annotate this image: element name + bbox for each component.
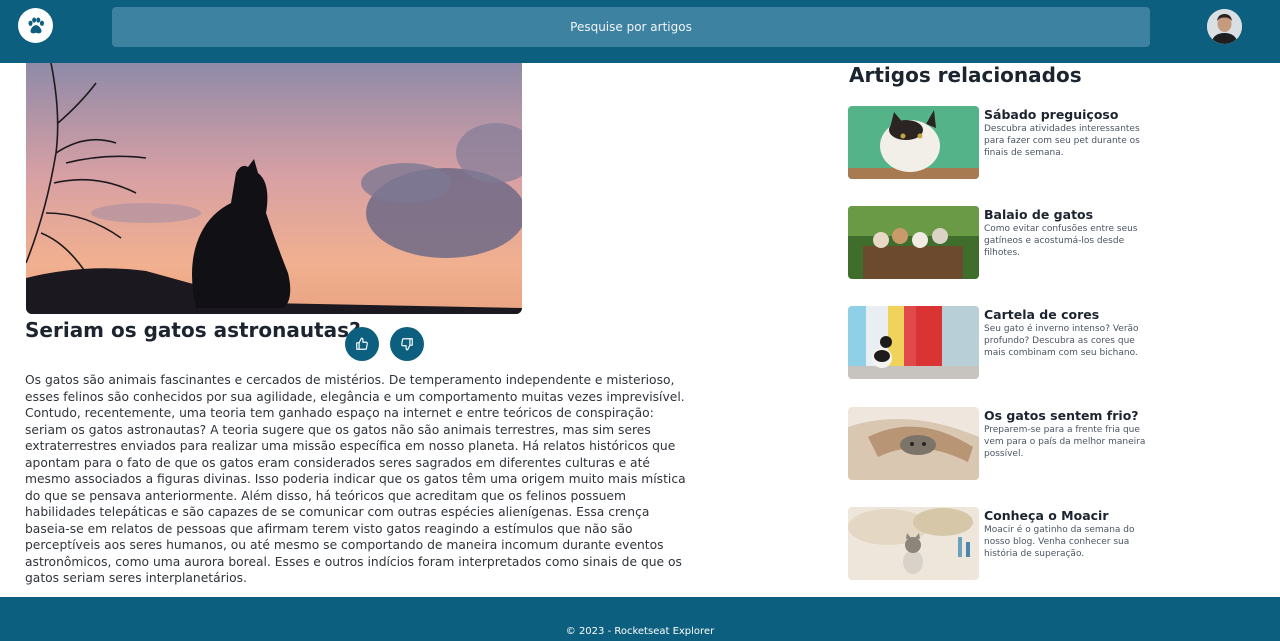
cat-photo-icon (848, 106, 979, 179)
related-article-card[interactable]: Balaio de gatos Como evitar confusões en… (848, 206, 1168, 280)
cats-basket-photo-icon (848, 206, 979, 279)
cat-colors-photo-icon (848, 306, 979, 379)
related-article-thumbnail (848, 106, 979, 179)
related-article-description: Seu gato é inverno intenso? Verão profun… (984, 324, 1139, 358)
related-article-description: Moacir é o gatinho da semana do nosso bl… (984, 525, 1135, 559)
copyright-text: © 2023 - Rocketseat Explorer (565, 626, 715, 637)
user-avatar[interactable] (1207, 9, 1242, 44)
related-article-thumbnail (848, 306, 979, 379)
cat-blanket-photo-icon (848, 407, 979, 480)
related-article-title: Conheça o Moacir (984, 508, 1109, 523)
related-article-thumbnail (848, 407, 979, 480)
cat-sunset-image (26, 63, 522, 314)
related-article-title: Sábado preguiçoso (984, 107, 1119, 122)
dislike-button[interactable] (390, 327, 424, 361)
top-header (0, 0, 1280, 63)
related-article-card[interactable]: Os gatos sentem frio? Preparem-se para a… (848, 407, 1168, 481)
logo-button[interactable] (18, 8, 53, 43)
related-article-card[interactable]: Cartela de cores Seu gato é inverno inte… (848, 306, 1168, 380)
page-footer: © 2023 - Rocketseat Explorer (0, 597, 1280, 641)
related-article-description: Descubra atividades interessantes para f… (984, 124, 1140, 158)
related-article-title: Cartela de cores (984, 307, 1100, 322)
article-body: Os gatos são animais fascinantes e cerca… (25, 373, 686, 585)
related-article-card[interactable]: Sábado preguiçoso Descubra atividades in… (848, 106, 1168, 180)
thumbs-up-icon (356, 337, 368, 350)
user-photo-icon (1207, 9, 1242, 44)
like-button[interactable] (345, 327, 379, 361)
related-article-description: Preparem-se para a frente fria que vem p… (984, 425, 1146, 459)
related-article-description: Como evitar confusões entre seus gatíneo… (984, 224, 1138, 258)
paw-icon (27, 16, 44, 33)
thumbs-down-icon (401, 338, 413, 351)
related-articles-heading: Artigos relacionados (849, 63, 1082, 87)
kitten-photo-icon (848, 507, 979, 580)
search-input[interactable] (112, 7, 1150, 47)
related-article-card[interactable]: Conheça o Moacir Moacir é o gatinho da s… (848, 507, 1168, 581)
related-article-thumbnail (848, 206, 979, 279)
related-article-thumbnail (848, 507, 979, 580)
article-title: Seriam os gatos astronautas? (25, 318, 361, 342)
related-article-title: Os gatos sentem frio? (984, 408, 1139, 423)
article-hero-image (26, 63, 522, 314)
related-article-title: Balaio de gatos (984, 207, 1094, 222)
